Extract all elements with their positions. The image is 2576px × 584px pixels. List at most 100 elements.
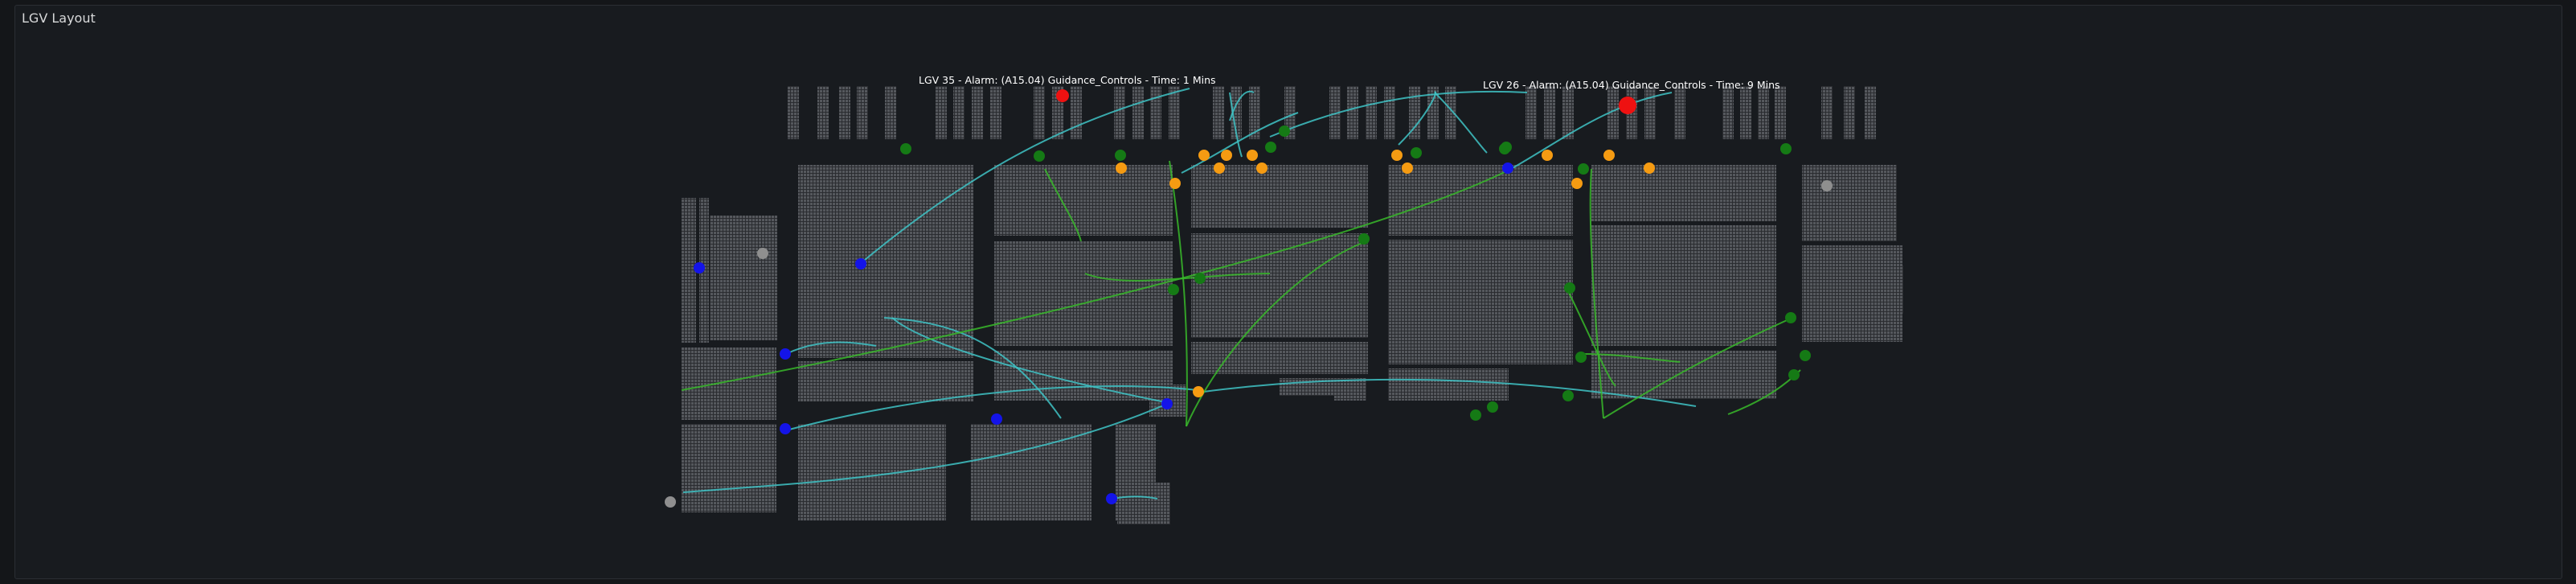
rack-layer [682, 86, 1903, 524]
lgv-layout-map[interactable]: LGV 35 - Alarm: (A15.04) Guidance_Contro… [0, 0, 2576, 584]
rack-block [1388, 165, 1573, 236]
lgv-orange-marker [1402, 162, 1413, 174]
rack-block [1117, 483, 1170, 524]
lgv-26-alarm-marker [1619, 97, 1636, 114]
rack-block [788, 86, 799, 139]
lgv-green-marker [1578, 163, 1589, 175]
lgv-green-marker [1564, 282, 1575, 294]
rack-block [1213, 86, 1224, 139]
rack-block [953, 86, 964, 139]
rack-block [1347, 86, 1358, 139]
lgv-blue-marker [1161, 398, 1173, 409]
rack-block [1191, 233, 1368, 338]
rack-block [1674, 86, 1685, 139]
lgv-blue-marker [991, 413, 1002, 425]
rack-block [1334, 378, 1366, 401]
rack-block [839, 86, 850, 139]
rack-block [1191, 342, 1368, 374]
rack-block [1034, 86, 1045, 139]
lgv-orange-marker [1256, 162, 1268, 174]
rack-block [972, 86, 983, 139]
rack-block [1844, 86, 1855, 139]
rack-block [971, 424, 1091, 520]
lgv-green-marker [1788, 369, 1800, 380]
rack-block [1758, 86, 1769, 139]
rack-block [1865, 86, 1876, 139]
rack-block [1849, 265, 1903, 314]
rack-block [1591, 165, 1776, 221]
lgv-green-marker [1194, 273, 1206, 284]
lgv-orange-marker [1116, 162, 1127, 174]
rack-block [1132, 86, 1144, 139]
lgv-green-marker [1168, 284, 1179, 295]
rack-block [1591, 225, 1776, 346]
lgv-green-marker [1562, 390, 1574, 401]
rack-block [682, 198, 696, 343]
lgv-grey-marker [665, 496, 676, 508]
lgv-green-marker [1501, 142, 1512, 153]
rack-block [798, 165, 973, 358]
lgv-orange-marker [1391, 150, 1403, 161]
lgv-grey-marker [1821, 180, 1833, 191]
lgv-green-marker [1470, 409, 1481, 421]
alarm-label-lgv-26: LGV 26 - Alarm: (A15.04) Guidance_Contro… [1483, 79, 1780, 91]
lgv-orange-marker [1221, 150, 1232, 161]
rack-block [1775, 86, 1786, 139]
rack-block [682, 348, 776, 420]
lgv-green-marker [1115, 150, 1126, 161]
lgv-green-marker [1780, 143, 1792, 154]
lgv-path [1269, 90, 1528, 138]
lgv-green-marker [1358, 233, 1370, 245]
lgv-blue-marker [694, 262, 705, 273]
lgv-orange-marker [1542, 150, 1553, 161]
lgv-blue-marker [1106, 493, 1117, 504]
rack-block [994, 241, 1173, 346]
rack-block [798, 361, 973, 401]
lgv-orange-marker [1214, 162, 1225, 174]
lgv-orange-marker [1169, 178, 1181, 189]
lgv-green-marker [1034, 150, 1045, 162]
rack-block [798, 424, 946, 520]
rack-block [857, 86, 868, 139]
rack-block [1544, 86, 1555, 139]
lgv-orange-marker [1193, 386, 1204, 397]
lgv-green-marker [1487, 401, 1498, 413]
lgv-green-marker [1411, 147, 1422, 158]
lgv-green-marker [1785, 312, 1796, 323]
rack-block [1191, 165, 1368, 228]
lgv-path [1434, 92, 1488, 154]
lgv-blue-marker [780, 423, 791, 434]
rack-block [994, 165, 1173, 236]
rack-block [1150, 86, 1161, 139]
rack-block [1114, 86, 1125, 139]
rack-block [990, 86, 1001, 139]
lgv-green-marker [1575, 352, 1587, 363]
rack-block [936, 86, 947, 139]
rack-block [1384, 86, 1395, 139]
lgv-35-alarm-marker [1056, 89, 1069, 102]
rack-block [1071, 86, 1082, 139]
rack-block [1722, 86, 1734, 139]
rack-block [1366, 86, 1377, 139]
lgv-blue-marker [780, 348, 791, 360]
rack-block [1388, 240, 1573, 364]
lgv-green-marker [900, 143, 911, 154]
rack-block [994, 351, 1173, 401]
rack-block [885, 86, 896, 139]
lgv-green-marker [1279, 125, 1290, 137]
lgv-orange-marker [1644, 162, 1655, 174]
rack-block [710, 216, 777, 340]
lgv-orange-marker [1198, 150, 1210, 161]
lgv-grey-marker [757, 248, 768, 259]
lgv-orange-marker [1603, 150, 1615, 161]
rack-block [1562, 86, 1574, 139]
lgv-orange-marker [1571, 178, 1583, 189]
lgv-green-marker [1800, 350, 1811, 361]
rack-block [682, 424, 776, 512]
rack-block [1644, 86, 1656, 139]
rack-block [1740, 86, 1751, 139]
rack-block [1821, 86, 1833, 139]
rack-block [1591, 351, 1776, 399]
lgv-blue-marker [1502, 162, 1513, 174]
lgv-blue-marker [855, 258, 866, 269]
